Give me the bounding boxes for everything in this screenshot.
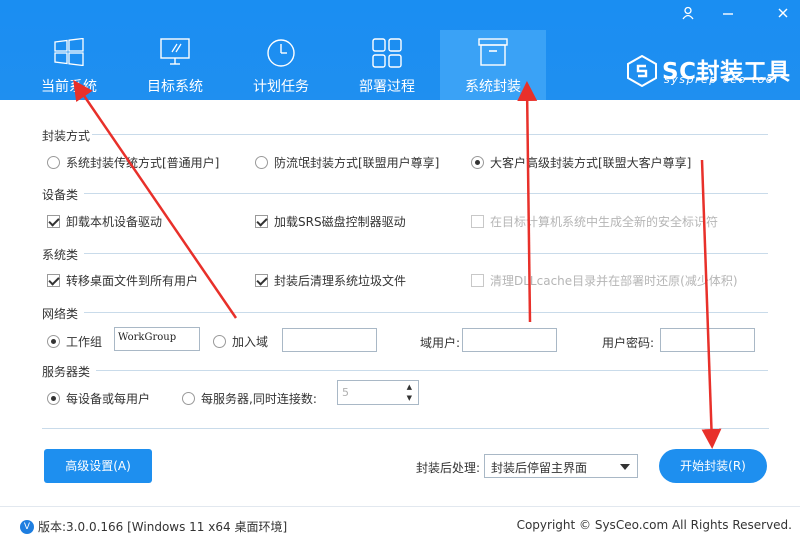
annotation-arrow <box>517 81 538 323</box>
annotation-arrow <box>73 79 238 319</box>
annotation-overlay <box>73 79 722 449</box>
annotation-arrow <box>700 159 722 449</box>
